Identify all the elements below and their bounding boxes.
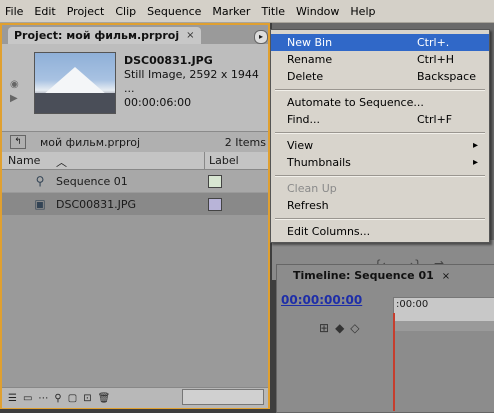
poster-frame-icon[interactable]: ◉	[10, 79, 26, 93]
menu-item-shortcut: Ctrl+H	[417, 53, 455, 66]
preview-controls: ◉ ▶	[10, 79, 26, 107]
panel-menu-button[interactable]: ▸	[254, 30, 268, 44]
menu-separator	[275, 89, 485, 91]
menu-title[interactable]: Title	[256, 5, 291, 18]
menu-file[interactable]: File	[0, 5, 29, 18]
menu-item-label: Refresh	[287, 199, 329, 212]
bin-path-bar: ↰ мой фильм.prproj 2 Items	[2, 131, 268, 152]
label-swatch[interactable]	[208, 174, 222, 188]
menu-item-thumbnails[interactable]: Thumbnails ▸	[271, 154, 489, 171]
timeline-tab-label: Timeline: Sequence 01	[293, 269, 434, 282]
column-name[interactable]: Name	[8, 154, 198, 167]
clip-info: DSC00831.JPG Still Image, 2592 x 1944 ..…	[124, 54, 268, 110]
menu-separator	[275, 132, 485, 134]
horizontal-scrollbar[interactable]	[182, 389, 264, 405]
project-panel: Project: мой фильм.prproj × ◉ ▶ DSC00831.…	[0, 23, 270, 409]
item-count: 2 Items	[224, 135, 266, 149]
menu-item-automate[interactable]: Automate to Sequence...	[271, 94, 489, 111]
menu-item-label: Find...	[287, 113, 321, 126]
menu-item-find[interactable]: Find... Ctrl+F	[271, 111, 489, 128]
foreground-graphic	[35, 93, 115, 113]
list-item[interactable]: ▣ DSC00831.JPG	[2, 193, 268, 215]
timeline-tools: ⊞ ◆ ◇	[319, 321, 366, 335]
preview-area: ◉ ▶ DSC00831.JPG Still Image, 2592 x 194…	[2, 44, 268, 139]
close-icon[interactable]: ×	[186, 30, 194, 41]
work-area-bar[interactable]	[395, 321, 494, 331]
snap-icon[interactable]: ⊞	[319, 321, 329, 335]
menu-item-view[interactable]: View ▸	[271, 137, 489, 154]
menu-marker[interactable]: Marker	[207, 5, 256, 18]
project-tab[interactable]: Project: мой фильм.prproj ×	[8, 27, 201, 44]
trash-icon[interactable]: 🗑	[98, 393, 111, 404]
menu-item-label: Rename	[287, 53, 333, 66]
menu-item-label: Edit Columns...	[287, 225, 371, 238]
parent-folder-icon[interactable]: ↰	[10, 135, 26, 149]
submenu-arrow-icon: ▸	[473, 140, 479, 151]
column-header: Name ︿ Label	[2, 152, 268, 170]
list-item[interactable]: ⚲ Sequence 01	[2, 170, 268, 192]
menu-edit[interactable]: Edit	[29, 5, 61, 18]
menu-item-label: Clean Up	[287, 182, 337, 195]
menu-item-clean-up: Clean Up	[271, 180, 489, 197]
timeline-panel: Timeline: Sequence 01 × 00:00:00:00 :00:0…	[276, 264, 494, 413]
sequence-icon: ⚲	[35, 174, 45, 188]
menu-item-delete[interactable]: Delete Backspace	[271, 68, 489, 85]
new-bin-icon[interactable]: ▢	[68, 393, 77, 404]
icon-view-icon[interactable]: ▭	[23, 393, 32, 404]
menu-help[interactable]: Help	[345, 5, 381, 18]
preview-thumbnail	[34, 52, 116, 114]
ruler-label: :00:00	[396, 299, 429, 310]
menu-item-label: New Bin	[287, 36, 333, 49]
menu-item-label: Delete	[287, 70, 324, 83]
time-ruler[interactable]: :00:00	[393, 297, 494, 323]
sort-ascending-icon[interactable]: ︿	[56, 154, 67, 170]
menu-separator	[275, 175, 485, 177]
image-file-icon: ▣	[34, 197, 46, 211]
menu-window[interactable]: Window	[291, 5, 345, 18]
close-icon[interactable]: ×	[442, 271, 450, 282]
menu-item-new-bin[interactable]: New Bin Ctrl+.	[271, 34, 489, 51]
menu-item-label: Automate to Sequence...	[287, 96, 424, 109]
clip-filename: DSC00831.JPG	[124, 54, 213, 67]
project-tab-label: Project: мой фильм.prproj	[14, 29, 180, 42]
menu-item-label: View	[287, 139, 314, 152]
list-view-icon[interactable]: ☰	[8, 393, 17, 404]
label-swatch[interactable]	[208, 197, 222, 211]
find-icon[interactable]: ⚲	[54, 393, 61, 404]
menu-item-shortcut: Ctrl+F	[417, 113, 453, 126]
menu-sequence[interactable]: Sequence	[142, 5, 207, 18]
menu-item-edit-columns[interactable]: Edit Columns...	[271, 223, 489, 240]
menu-clip[interactable]: Clip	[110, 5, 142, 18]
new-item-icon[interactable]: ⊡	[83, 393, 91, 404]
menu-item-label: Thumbnails	[287, 156, 351, 169]
playhead[interactable]	[393, 313, 395, 411]
column-label[interactable]: Label	[204, 152, 239, 169]
context-menu: New Bin Ctrl+. Rename Ctrl+H Delete Backspa…	[270, 29, 490, 243]
menu-item-rename[interactable]: Rename Ctrl+H	[271, 51, 489, 68]
clip-type: Still Image, 2592 x 1944 ...	[124, 68, 259, 95]
menu-separator	[275, 218, 485, 220]
timeline-timecode[interactable]: 00:00:00:00	[281, 293, 362, 307]
item-name: Sequence 01	[56, 174, 128, 188]
marker-icon[interactable]: ◆	[335, 321, 344, 335]
timeline-tab[interactable]: Timeline: Sequence 01 ×	[293, 269, 450, 282]
menu-item-refresh[interactable]: Refresh	[271, 197, 489, 214]
item-name: DSC00831.JPG	[56, 197, 137, 211]
menu-project[interactable]: Project	[62, 5, 111, 18]
play-icon[interactable]: ▶	[10, 93, 26, 107]
submenu-arrow-icon: ▸	[473, 157, 479, 168]
clip-duration: 00:00:06:00	[124, 96, 192, 109]
keyframe-icon[interactable]: ◇	[350, 321, 359, 335]
mountain-graphic	[43, 67, 107, 95]
menu-item-shortcut: Backspace	[417, 70, 476, 83]
project-path: мой фильм.prproj	[40, 135, 141, 149]
menu-item-shortcut: Ctrl+.	[417, 36, 450, 49]
automate-icon[interactable]: ⋯	[38, 393, 48, 404]
menu-bar: File Edit Project Clip Sequence Marker T…	[0, 0, 494, 23]
